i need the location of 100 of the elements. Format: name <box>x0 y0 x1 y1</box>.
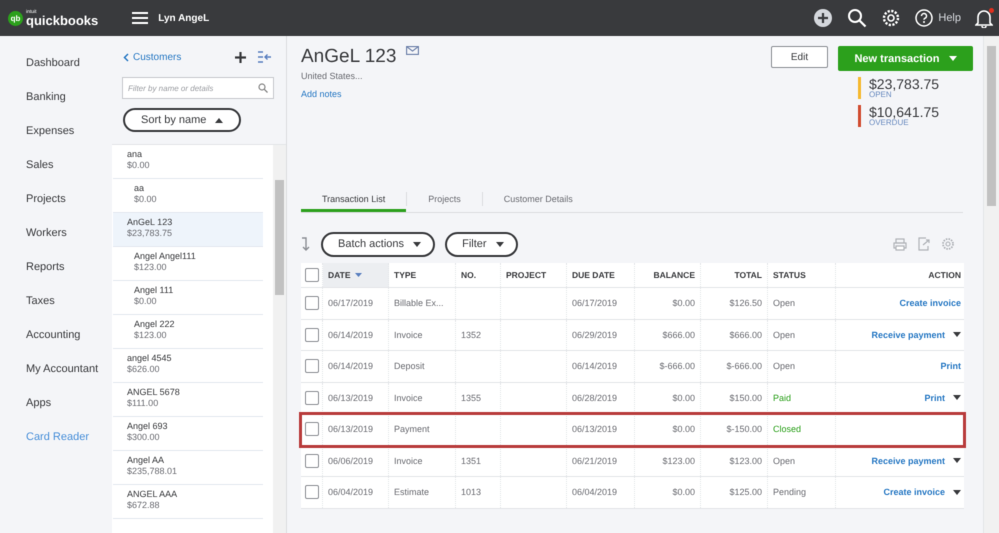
customer-balance: $0.00 <box>134 194 158 205</box>
help-button[interactable]: Help <box>915 9 961 27</box>
row-checkbox[interactable] <box>304 390 318 405</box>
action-link[interactable]: Create invoice <box>883 487 945 498</box>
filter-button[interactable]: Filter <box>445 232 518 256</box>
column-header[interactable]: NO. <box>456 263 501 287</box>
customer-name: Angel 111 <box>134 285 174 296</box>
collapse-icon[interactable] <box>258 51 272 63</box>
customer-balance: $300.00 <box>127 432 161 443</box>
table-cell: $0.00 <box>672 487 695 498</box>
action-link[interactable]: Create invoice <box>899 298 961 308</box>
table-cell: 06/17/2019 <box>572 298 618 308</box>
envelope-icon[interactable] <box>406 46 420 55</box>
nav-item[interactable]: Accounting <box>26 329 112 363</box>
menu-icon[interactable] <box>132 12 148 24</box>
batch-actions-button[interactable]: Batch actions <box>321 232 436 256</box>
nav-item[interactable]: Apps <box>26 397 112 431</box>
search-icon[interactable] <box>847 8 868 28</box>
table-cell: 06/17/2019 <box>328 298 374 308</box>
sort-arrow-icon[interactable] <box>301 237 311 251</box>
sort-button[interactable]: Sort by name <box>123 108 242 132</box>
tab[interactable]: Customer Details <box>482 186 594 212</box>
row-checkbox[interactable] <box>304 328 318 342</box>
customer-list-item[interactable]: Angel 222 $123.00 <box>113 315 263 349</box>
status-text: Closed <box>773 424 802 434</box>
customer-balance: $626.00 <box>127 364 161 375</box>
customer-name: AnGeL 123 <box>127 217 174 228</box>
table-cell: Invoice <box>394 456 423 466</box>
chevron-left-icon[interactable] <box>123 52 129 62</box>
scrollbar[interactable] <box>273 145 286 533</box>
action-link[interactable]: Print <box>940 361 961 372</box>
caret-icon <box>413 242 422 247</box>
column-header[interactable]: BALANCE <box>635 263 701 287</box>
table-cell: Billable Ex... <box>394 298 444 308</box>
column-header[interactable]: STATUS <box>768 263 836 287</box>
action-link[interactable]: Receive payment <box>871 456 945 466</box>
bell-icon[interactable] <box>975 8 993 28</box>
customer-balance: $0.00 <box>134 296 158 307</box>
settings-icon[interactable] <box>881 8 902 28</box>
company-name: Lyn AngeL <box>158 12 210 24</box>
nav-item[interactable]: Sales <box>26 159 112 193</box>
customer-balance: $235,788.01 <box>127 466 178 477</box>
row-checkbox[interactable] <box>304 296 318 310</box>
customer-list-item[interactable]: AnGeL 123 $23,783.75 <box>113 213 263 247</box>
column-header[interactable]: DATE <box>323 263 389 287</box>
nav-item[interactable]: Reports <box>26 261 112 295</box>
table-cell: 1013 <box>461 487 482 498</box>
nav-item[interactable]: Banking <box>26 91 112 125</box>
row-checkbox[interactable] <box>304 359 318 374</box>
column-header[interactable]: DUE DATE <box>567 263 635 287</box>
customer-list-item[interactable]: Angel AA $235,788.01 <box>113 451 263 485</box>
customer-list-item[interactable]: ANGEL AAA $672.88 <box>113 485 263 519</box>
table-cell: Payment <box>394 424 430 434</box>
table-cell: $123.00 <box>729 456 762 466</box>
edit-button[interactable]: Edit <box>771 46 828 68</box>
table-cell: 06/14/2019 <box>328 330 374 340</box>
nav-item[interactable]: My Accountant <box>26 363 112 397</box>
row-checkbox[interactable] <box>304 454 318 468</box>
tab[interactable]: Projects <box>407 186 482 212</box>
caret-icon[interactable] <box>953 458 961 464</box>
caret-icon[interactable] <box>953 490 961 495</box>
printer-icon[interactable] <box>893 238 907 250</box>
filter-field[interactable]: Filter by name or details <box>122 77 274 99</box>
table-cell: 06/13/2019 <box>328 392 374 403</box>
row-checkbox[interactable] <box>304 422 318 436</box>
table-cell: Invoice <box>394 392 423 403</box>
nav-item[interactable]: Expenses <box>26 125 112 159</box>
customer-balance: $111.00 <box>127 398 160 409</box>
column-header[interactable]: TOTAL <box>701 263 768 287</box>
nav-item[interactable]: Projects <box>26 193 112 227</box>
customer-list-item[interactable]: Angel Angel111 $123.00 <box>113 247 263 281</box>
caret-icon[interactable] <box>953 332 961 338</box>
export-icon[interactable] <box>917 237 931 251</box>
column-header[interactable]: ACTION <box>836 263 966 287</box>
column-header[interactable]: PROJECT <box>501 263 567 287</box>
customers-back-link[interactable]: Customers <box>133 52 223 62</box>
customer-list-item[interactable]: ana $0.00 <box>113 145 263 179</box>
scrollbar[interactable] <box>983 36 999 533</box>
add-notes-link[interactable]: Add notes <box>301 89 342 99</box>
search-icon <box>258 83 268 93</box>
customer-list-item[interactable]: Angel 693 $300.00 <box>113 417 263 451</box>
tab[interactable]: Transaction List <box>301 186 406 212</box>
add-icon[interactable] <box>235 52 246 62</box>
column-header[interactable]: TYPE <box>389 263 456 287</box>
nav-item[interactable]: Workers <box>26 227 112 261</box>
customer-list-item[interactable]: Angel 111 $0.00 <box>113 281 263 315</box>
customer-list-item[interactable]: angel 4545 $626.00 <box>113 349 263 383</box>
select-all-checkbox[interactable] <box>304 268 318 282</box>
add-icon[interactable] <box>813 8 834 28</box>
action-link[interactable]: Receive payment <box>871 330 945 340</box>
row-checkbox[interactable] <box>304 485 318 500</box>
table-cell: 06/14/2019 <box>328 361 374 372</box>
customer-list-item[interactable]: ANGEL 5678 $111.00 <box>113 383 263 417</box>
nav-item[interactable]: Taxes <box>26 295 112 329</box>
nav-item[interactable]: Dashboard <box>26 57 112 91</box>
action-link[interactable]: Print <box>924 392 945 403</box>
caret-icon[interactable] <box>953 395 961 400</box>
customer-balance: $23,783.75 <box>127 228 174 239</box>
customer-name: Angel Angel111 <box>134 251 197 262</box>
table-cell: $123.00 <box>662 456 695 466</box>
